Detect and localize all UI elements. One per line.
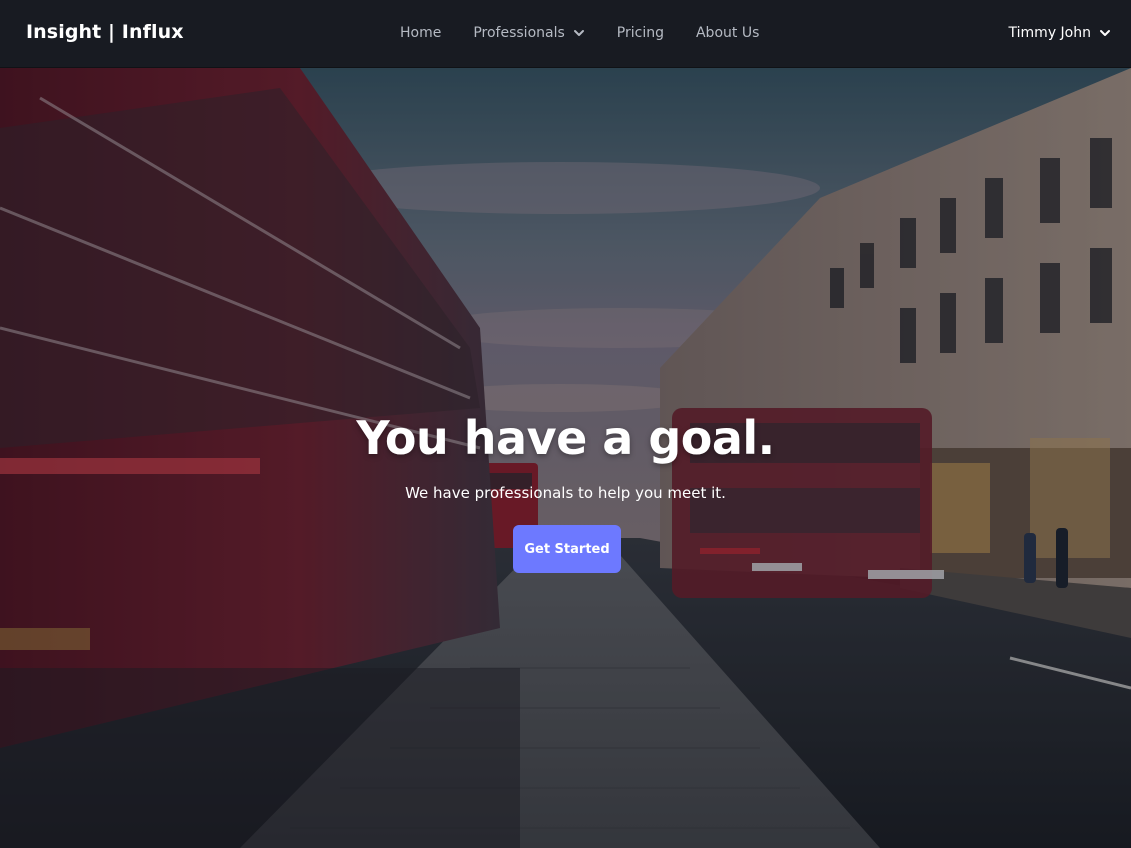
nav-professionals-dropdown[interactable]: Professionals [473, 25, 584, 41]
user-name: Timmy John [1008, 25, 1091, 41]
chevron-down-icon [1099, 27, 1111, 39]
top-navbar: Insight | Influx Home Professionals Pric… [0, 0, 1131, 68]
nav-home-label: Home [400, 25, 442, 41]
nav-home-link[interactable]: Home [400, 25, 441, 41]
user-menu-dropdown[interactable]: Timmy John [1009, 25, 1111, 41]
nav-pricing-label: Pricing [616, 25, 664, 41]
hero-section: You have a goal. We have professionals t… [0, 68, 1131, 848]
nav-professionals-label: Professionals [473, 25, 565, 41]
get-started-button[interactable]: Get Started [513, 525, 621, 573]
main-nav: Home Professionals Pricing About Us [400, 25, 791, 41]
nav-about-label: About Us [695, 25, 760, 41]
nav-about-link[interactable]: About Us [696, 25, 759, 41]
brand-logo[interactable]: Insight | Influx [26, 21, 184, 43]
hero-title: You have a goal. [356, 411, 775, 465]
chevron-down-icon [573, 27, 585, 39]
nav-pricing-link[interactable]: Pricing [617, 25, 664, 41]
hero-subtitle: We have professionals to help you meet i… [405, 484, 726, 502]
